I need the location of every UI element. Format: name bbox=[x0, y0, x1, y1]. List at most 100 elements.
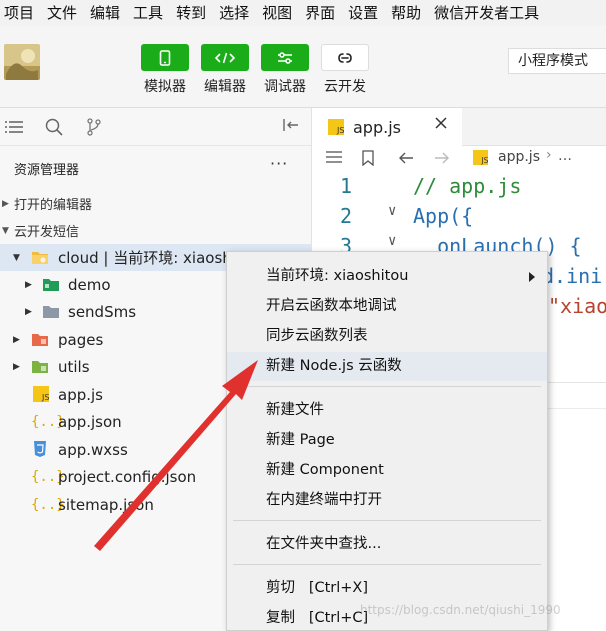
menu-item-new-file[interactable]: 新建文件 bbox=[227, 396, 547, 425]
menu-interface[interactable]: 界面 bbox=[299, 0, 342, 26]
breadcrumb-separator: › bbox=[546, 147, 552, 163]
list-icon[interactable] bbox=[4, 117, 24, 137]
fold-chevron-icon[interactable]: ∨ bbox=[388, 233, 396, 249]
menu-tools[interactable]: 工具 bbox=[127, 0, 170, 26]
menu-separator bbox=[233, 386, 541, 387]
submenu-arrow-icon bbox=[529, 272, 535, 282]
svg-text:JS: JS bbox=[336, 126, 344, 135]
menu-item-label: 当前环境: xiaoshitou bbox=[266, 268, 409, 284]
sliders-icon bbox=[261, 44, 309, 71]
avatar[interactable] bbox=[4, 44, 40, 80]
cloud-function-folder-icon bbox=[43, 279, 59, 291]
code-text: // app.js bbox=[413, 174, 522, 198]
menu-wechat-devtools[interactable]: 微信开发者工具 bbox=[428, 0, 546, 26]
menu-project[interactable]: 项目 bbox=[0, 0, 41, 26]
cloud-dev-label: 云开发 bbox=[324, 79, 366, 95]
caret-right-icon: ▶ bbox=[25, 279, 32, 290]
tree-item-label: app.wxss bbox=[58, 440, 128, 459]
menu-item-find-in-folder[interactable]: 在文件夹中查找... bbox=[227, 530, 547, 559]
debugger-button[interactable]: 调试器 bbox=[259, 44, 311, 96]
menu-separator bbox=[233, 520, 541, 521]
code-text-peek: "xiao bbox=[548, 294, 606, 318]
bookmark-icon[interactable] bbox=[362, 150, 374, 170]
editor-button[interactable]: 编辑器 bbox=[199, 44, 251, 96]
folder-icon bbox=[43, 306, 59, 318]
tree-item-label: app.json bbox=[58, 412, 122, 431]
explorer-title: 资源管理器 bbox=[14, 162, 80, 178]
tree-item-label: project.config.json bbox=[58, 467, 197, 486]
breadcrumb[interactable]: app.js bbox=[498, 149, 540, 165]
menu-item-cut[interactable]: 剪切 [Ctrl+X] bbox=[227, 574, 547, 603]
menu-view[interactable]: 视图 bbox=[256, 0, 299, 26]
menu-item-new-component[interactable]: 新建 Component bbox=[227, 456, 547, 485]
mode-select[interactable]: 小程序模式 bbox=[508, 48, 606, 74]
menu-item-new-page[interactable]: 新建 Page bbox=[227, 426, 547, 455]
menu-settings[interactable]: 设置 bbox=[342, 0, 385, 26]
forward-arrow-icon[interactable] bbox=[434, 151, 450, 169]
tree-item-label: sitemap.json bbox=[58, 495, 154, 514]
search-icon[interactable] bbox=[44, 117, 64, 137]
caret-right-icon: ▶ bbox=[25, 306, 32, 317]
menu-item-current-env[interactable]: 当前环境: xiaoshitou bbox=[227, 262, 547, 291]
branch-icon[interactable] bbox=[84, 117, 104, 137]
utils-folder-icon bbox=[32, 361, 48, 373]
css-file-icon bbox=[34, 441, 46, 457]
caret-down-icon: ▼ bbox=[2, 225, 9, 236]
code-text: App({ bbox=[413, 204, 474, 228]
editor-tab-bar: JS app.js bbox=[312, 108, 606, 146]
avatar-image bbox=[4, 44, 40, 80]
toolbar: 模拟器 编辑器 调试器 云开发 小程序模式 bbox=[0, 26, 606, 108]
editor-label: 编辑器 bbox=[204, 79, 246, 95]
tree-item-label: utils bbox=[58, 357, 90, 376]
caret-right-icon: ▶ bbox=[13, 361, 20, 372]
tab-label: app.js bbox=[353, 117, 401, 137]
debugger-label: 调试器 bbox=[264, 79, 306, 95]
back-arrow-icon[interactable] bbox=[398, 151, 414, 169]
fold-chevron-icon[interactable]: ∨ bbox=[388, 203, 396, 219]
more-icon[interactable]: ··· bbox=[270, 154, 288, 173]
close-icon[interactable] bbox=[434, 116, 448, 134]
open-editors-label: 打开的编辑器 bbox=[14, 198, 93, 213]
simulator-label: 模拟器 bbox=[144, 79, 186, 95]
cloud-folder-icon bbox=[32, 252, 48, 264]
tree-item-label: demo bbox=[68, 275, 111, 294]
project-section[interactable]: ▼ 云开发短信 bbox=[0, 217, 311, 244]
caret-right-icon: ▶ bbox=[13, 334, 20, 345]
line-number: 2 bbox=[340, 204, 353, 228]
menu-separator bbox=[233, 564, 541, 565]
menu-item-open-terminal[interactable]: 在内建终端中打开 bbox=[227, 486, 547, 515]
caret-down-icon: ▼ bbox=[13, 252, 20, 263]
open-editors-section[interactable]: ▶ 打开的编辑器 bbox=[0, 190, 311, 217]
svg-text:JS: JS bbox=[41, 393, 49, 402]
pages-folder-icon bbox=[32, 334, 48, 346]
list-icon[interactable] bbox=[326, 151, 342, 167]
simulator-button[interactable]: 模拟器 bbox=[139, 44, 191, 96]
line-number: 1 bbox=[340, 174, 353, 198]
code-icon bbox=[201, 44, 249, 71]
menu-bar: 项目 文件 编辑 工具 转到 选择 视图 界面 设置 帮助 微信开发者工具 bbox=[0, 0, 606, 26]
tree-item-label: sendSms bbox=[68, 302, 137, 321]
breadcrumb-more: … bbox=[558, 148, 572, 164]
collapse-panel-icon[interactable] bbox=[282, 117, 300, 137]
watermark: https://blog.csdn.net/qiushi_1990 bbox=[360, 603, 561, 617]
project-label: 云开发短信 bbox=[14, 225, 80, 240]
tab-app-js[interactable]: JS app.js bbox=[312, 108, 462, 146]
menu-file[interactable]: 文件 bbox=[41, 0, 84, 26]
menu-item-local-debug[interactable]: 开启云函数本地调试 bbox=[227, 292, 547, 321]
menu-item-new-nodejs-function[interactable]: 新建 Node.js 云函数 bbox=[227, 352, 547, 381]
menu-help[interactable]: 帮助 bbox=[385, 0, 428, 26]
context-menu: 当前环境: xiaoshitou 开启云函数本地调试 同步云函数列表 新建 No… bbox=[226, 251, 548, 631]
editor-breadcrumb-bar: JS app.js › … bbox=[312, 146, 606, 172]
menu-item-sync-functions[interactable]: 同步云函数列表 bbox=[227, 322, 547, 351]
js-file-icon: JS bbox=[33, 386, 49, 402]
svg-text:JS: JS bbox=[480, 156, 488, 165]
menu-edit[interactable]: 编辑 bbox=[84, 0, 127, 26]
cloud-dev-button[interactable]: 云开发 bbox=[319, 44, 371, 96]
menu-select[interactable]: 选择 bbox=[213, 0, 256, 26]
menu-goto[interactable]: 转到 bbox=[170, 0, 213, 26]
tree-item-label: app.js bbox=[58, 385, 103, 404]
js-file-icon: JS bbox=[328, 119, 344, 135]
sidebar-toolbar bbox=[0, 108, 311, 146]
tree-item-label: pages bbox=[58, 330, 104, 349]
phone-icon bbox=[141, 44, 189, 71]
